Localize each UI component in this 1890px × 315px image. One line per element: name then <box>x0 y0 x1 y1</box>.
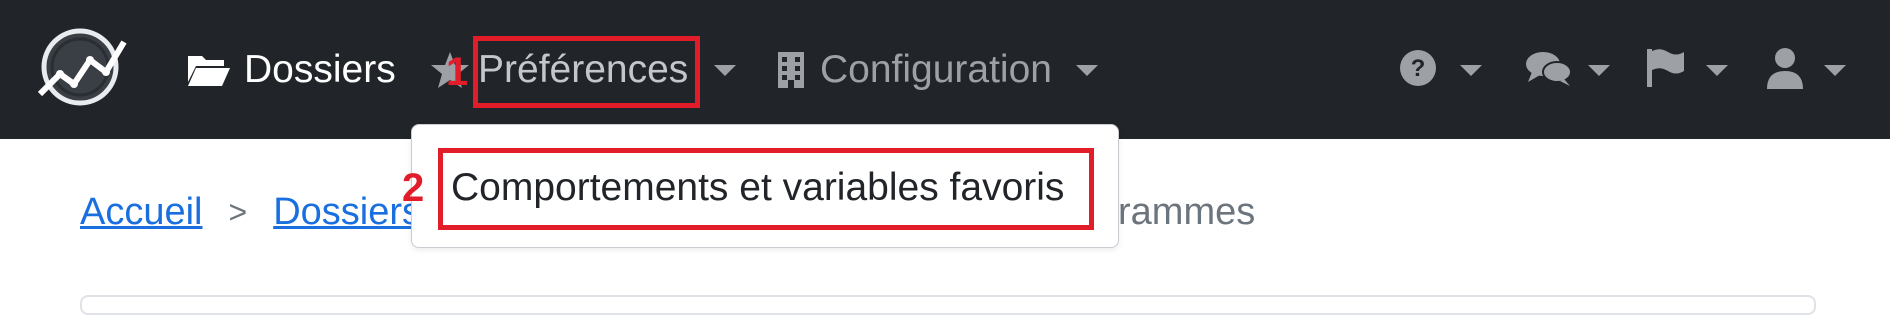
highlight-box-1 <box>473 36 700 108</box>
building-icon <box>776 50 806 90</box>
top-navbar: Dossiers Préférences Configuration ? <box>0 0 1890 139</box>
highlight-marker-1: 1 <box>446 50 469 94</box>
chevron-down-icon <box>714 64 737 76</box>
question-circle-icon: ? <box>1398 48 1438 93</box>
user-menu[interactable] <box>1766 40 1846 100</box>
chart-line-logo-icon[interactable] <box>32 24 128 110</box>
chevron-down-icon <box>1460 64 1482 76</box>
folder-open-icon <box>186 52 232 88</box>
nav-dossiers[interactable]: Dossiers <box>186 40 396 100</box>
nav-configuration[interactable]: Configuration <box>776 40 1098 100</box>
flag-icon <box>1644 47 1686 94</box>
breadcrumb-link-accueil[interactable]: Accueil <box>80 191 203 234</box>
breadcrumb-link-dossiers[interactable]: Dossiers <box>273 191 421 234</box>
breadcrumb-current: rammes <box>1118 190 1256 233</box>
nav-configuration-label: Configuration <box>820 48 1052 91</box>
highlight-box-2 <box>438 148 1094 230</box>
comments-icon <box>1524 48 1574 93</box>
breadcrumb-separator: > <box>228 193 248 230</box>
highlight-marker-2: 2 <box>402 166 425 210</box>
content-card <box>80 295 1816 315</box>
chevron-down-icon <box>1706 64 1728 76</box>
chevron-down-icon <box>1075 64 1098 76</box>
help-menu[interactable]: ? <box>1398 40 1482 100</box>
chevron-down-icon <box>1588 64 1610 76</box>
messages-menu[interactable] <box>1524 40 1610 100</box>
user-icon <box>1766 47 1804 94</box>
breadcrumb: Accueil > Dossiers <box>80 188 421 236</box>
svg-text:?: ? <box>1411 55 1426 82</box>
nav-dossiers-label: Dossiers <box>244 48 396 91</box>
flag-menu[interactable] <box>1644 40 1728 100</box>
chevron-down-icon <box>1824 64 1846 76</box>
